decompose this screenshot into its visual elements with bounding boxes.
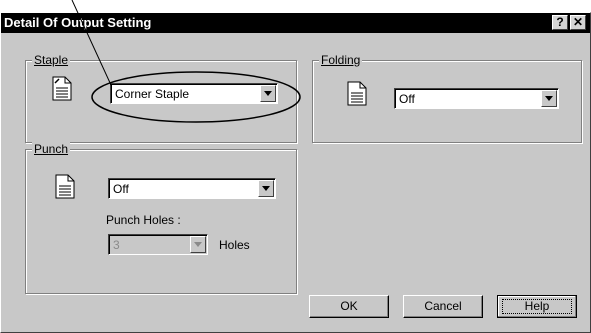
callout-ellipse [91,71,301,123]
callout-pointer-line [71,0,112,86]
callout-annotation [71,0,301,123]
